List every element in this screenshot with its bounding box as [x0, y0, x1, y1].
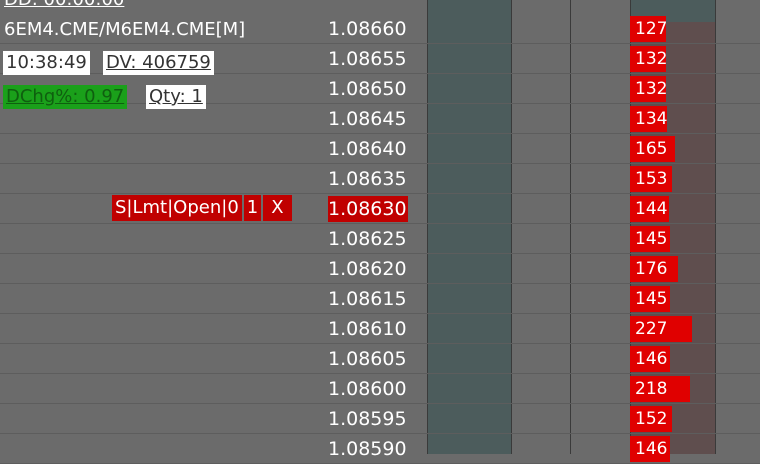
row-divider [0, 163, 760, 164]
row-divider [0, 313, 760, 314]
row-divider [0, 193, 760, 194]
price-cell[interactable]: 1.08620 [328, 256, 408, 282]
clock-time: 10:38:49 [3, 51, 90, 75]
ask-volume-value: 144 [635, 199, 668, 219]
row-divider [0, 433, 760, 434]
ask-volume-value: 218 [635, 379, 668, 399]
price-cell[interactable]: 1.08625 [328, 226, 408, 252]
price-cell[interactable]: 1.08595 [328, 406, 408, 432]
ask-volume-value: 227 [635, 319, 668, 339]
price-cell[interactable]: 1.08610 [328, 316, 408, 342]
ask-volume-value: 146 [635, 439, 668, 459]
price-cell[interactable]: 1.08600 [328, 376, 408, 402]
working-order: S|Lmt|Open|0 1 X [112, 195, 292, 221]
price-cell[interactable]: 1.08590 [328, 436, 408, 462]
price-cell[interactable]: 1.08655 [328, 46, 408, 72]
bid-depth-column[interactable] [427, 0, 511, 454]
price-cell[interactable]: 1.08635 [328, 166, 408, 192]
ask-volume-value: 152 [635, 409, 668, 429]
row-divider [0, 133, 760, 134]
dd-timer: DD: 00:00:00 [4, 0, 124, 12]
ask-volume-value: 165 [635, 139, 668, 159]
column-divider [570, 0, 571, 454]
price-cell[interactable]: 1.08615 [328, 286, 408, 312]
symbol-label: 6EM4.CME/M6EM4.CME[M] [4, 19, 246, 40]
ask-volume-value: 134 [635, 109, 668, 129]
ask-volume-value: 132 [635, 79, 668, 99]
daily-volume: DV: 406759 [103, 51, 214, 75]
ask-volume-value: 127 [635, 19, 668, 39]
row-divider [0, 283, 760, 284]
price-cell[interactable]: 1.08605 [328, 346, 408, 372]
ask-volume-value: 176 [635, 259, 668, 279]
cancel-order-button[interactable]: X [263, 195, 292, 221]
ask-volume-value: 132 [635, 49, 668, 69]
ask-volume-value: 153 [635, 169, 668, 189]
row-divider [0, 403, 760, 404]
order-quantity[interactable]: 1 [243, 195, 262, 221]
price-cell[interactable]: 1.08660 [328, 16, 408, 42]
current-price-cell[interactable]: 1.08630 [328, 196, 408, 222]
ask-volume-value: 145 [635, 229, 668, 249]
ask-volume-value: 145 [635, 289, 668, 309]
daily-change-percent: DChg%: 0.97 [3, 85, 128, 109]
column-divider [427, 0, 428, 454]
price-cell[interactable]: 1.08650 [328, 76, 408, 102]
price-cell[interactable]: 1.08640 [328, 136, 408, 162]
row-divider [0, 43, 760, 44]
row-divider [0, 223, 760, 224]
row-divider [0, 253, 760, 254]
column-divider [511, 0, 512, 454]
row-divider [0, 373, 760, 374]
ask-volume-value: 146 [635, 349, 668, 369]
quantity-selector[interactable]: Qty: 1 [146, 85, 206, 109]
row-divider [0, 343, 760, 344]
price-cell[interactable]: 1.08645 [328, 106, 408, 132]
column-divider [715, 0, 716, 454]
order-description[interactable]: S|Lmt|Open|0 [112, 195, 242, 221]
